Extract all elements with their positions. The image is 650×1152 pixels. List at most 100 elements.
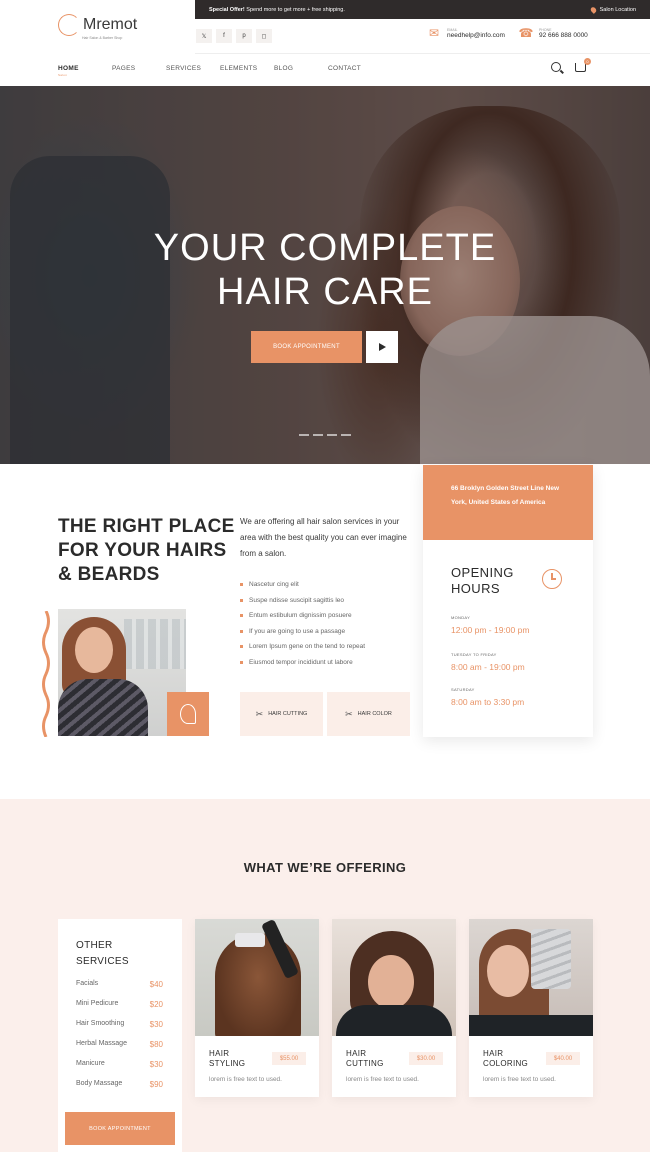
about-feature-list: Nascetur cing elit Suspe ndisse suscipit… (240, 577, 365, 670)
nav-home[interactable]: HOME Salon (58, 65, 112, 77)
opening-hours-heading-line2: HOURS (451, 581, 500, 596)
service-row: Mini Pedicure $20 (76, 1000, 163, 1009)
schedule-time: 8:00 am - 19:00 pm (451, 662, 525, 672)
facebook-icon[interactable]: f (216, 29, 232, 43)
slider-dot[interactable] (299, 434, 309, 436)
salon-location-link[interactable]: Salon Location (589, 5, 636, 14)
main-nav: HOME Salon PAGES SERVICES ELEMENTS BLOG … (58, 65, 382, 77)
service-name: Facials (76, 980, 99, 987)
social-links: 𝕏 f p ◻ (196, 29, 272, 43)
nav-contact[interactable]: CONTACT (328, 65, 382, 77)
slider-dots (299, 434, 351, 436)
map-pin-icon (589, 5, 597, 14)
phone-contact[interactable]: ☎ PHONE 92 666 888 0000 (518, 26, 588, 40)
nav-services[interactable]: SERVICES (166, 65, 220, 77)
about-intro-text: We are offering all hair salon services … (240, 517, 407, 558)
card-description: lorem is free text to used. (483, 1076, 556, 1083)
list-item: Nascetur cing elit (240, 577, 365, 593)
card-price: $30.00 (409, 1052, 443, 1065)
hero-play-video-button[interactable] (366, 331, 398, 363)
search-icon[interactable] (551, 62, 561, 72)
instagram-icon[interactable]: ◻ (256, 29, 272, 43)
photo-cape (336, 1005, 452, 1036)
nav-blog-label: BLOG (274, 65, 294, 72)
card-title-line2: CUTTING (346, 1059, 384, 1068)
nav-pages[interactable]: PAGES (112, 65, 166, 77)
twitter-icon[interactable]: 𝕏 (196, 29, 212, 43)
service-row: Facials $40 (76, 980, 163, 989)
hero-book-appointment-button[interactable]: BOOK APPOINTMENT (251, 331, 362, 363)
hair-cutting-photo (332, 919, 456, 1036)
slider-dot[interactable] (341, 434, 351, 436)
service-price: $80 (149, 1040, 163, 1049)
brand-tagline: Hair Salon & Barber Shop (82, 36, 123, 40)
logo[interactable]: Mremot Hair Salon & Barber Shop (58, 14, 137, 40)
email-icon: ✉ (428, 26, 440, 40)
card-description: lorem is free text to used. (209, 1076, 282, 1083)
service-card-hair-styling[interactable]: HAIR STYLING $55.00 lorem is free text t… (195, 919, 319, 1097)
logo-mark-icon (58, 14, 80, 36)
other-services-book-button[interactable]: BOOK APPOINTMENT (65, 1112, 175, 1145)
offering-heading: WHAT WE’RE OFFERING (243, 860, 407, 875)
service-price: $90 (149, 1080, 163, 1089)
photo-hair (215, 933, 301, 1036)
offer-label: Special Offer! (209, 6, 245, 13)
about-photo-face (75, 627, 113, 673)
hero-heading-line1: YOUR COMPLETE (153, 227, 497, 269)
other-services-card: OTHER SERVICES Facials $40 Mini Pedicure… (58, 919, 182, 1152)
opening-hours-card: 66 Broklyn Golden Street Line New York, … (423, 465, 593, 737)
service-name: Hair Smoothing (76, 1020, 125, 1027)
hair-color-button[interactable]: ✂ HAIR COLOR (327, 692, 410, 736)
slider-dot[interactable] (313, 434, 323, 436)
card-title-line2: COLORING (483, 1059, 529, 1068)
service-card-hair-coloring[interactable]: HAIR COLORING $40.00 lorem is free text … (469, 919, 593, 1097)
about-photo-body (58, 679, 148, 736)
schedule-time: 12:00 pm - 19:00 pm (451, 625, 530, 635)
slider-dot[interactable] (327, 434, 337, 436)
cart-icon[interactable]: 0 (575, 57, 591, 72)
card-title: HAIR STYLING (209, 1049, 245, 1069)
special-offer: Special Offer! Spend more to get more + … (209, 7, 345, 13)
hero-banner: YOUR COMPLETE HAIR CARE BOOK APPOINTMENT (0, 86, 650, 464)
list-item: Eiusmod tempor incididunt ut labore (240, 655, 365, 671)
nav-icons: 0 (551, 57, 591, 72)
card-title-line2: STYLING (209, 1059, 246, 1068)
card-description: lorem is free text to used. (346, 1076, 419, 1083)
service-row: Hair Smoothing $30 (76, 1020, 163, 1029)
play-icon (378, 343, 386, 351)
hair-color-label: HAIR COLOR (357, 711, 392, 717)
other-services-heading-line2: SERVICES (76, 956, 129, 967)
hero-heading: YOUR COMPLETE HAIR CARE (0, 226, 650, 314)
email-contact[interactable]: ✉ EMAIL needhelp@info.com (426, 26, 505, 40)
service-row: Body Massage $90 (76, 1080, 163, 1089)
scissors-icon: ✂ (255, 708, 264, 719)
pinterest-icon[interactable]: p (236, 29, 252, 43)
card-title: HAIR COLORING (483, 1049, 528, 1069)
opening-hours-heading-line1: OPENING (451, 565, 514, 580)
about-badge (167, 692, 209, 736)
email-value: needhelp@info.com (447, 31, 505, 39)
list-item: Suspe ndisse suscipit sagittis leo (240, 593, 365, 609)
salon-address: 66 Broklyn Golden Street Line New York, … (423, 465, 593, 540)
hair-cutting-button[interactable]: ✂ HAIR CUTTING (240, 692, 323, 736)
service-price: $40 (149, 980, 163, 989)
nav-elements[interactable]: ELEMENTS (220, 65, 274, 77)
photo-foil (531, 929, 571, 989)
about-heading-line3: & BEARDS (58, 564, 160, 585)
nav-blog[interactable]: BLOG (274, 65, 328, 77)
service-name: Herbal Massage (76, 1040, 127, 1047)
cart-count-badge: 0 (584, 57, 591, 65)
top-bar: Special Offer! Spend more to get more + … (195, 0, 650, 19)
card-title-line1: HAIR (483, 1049, 504, 1058)
hair-coloring-photo (469, 919, 593, 1036)
salon-location-label: Salon Location (599, 6, 636, 13)
service-price: $20 (149, 1000, 163, 1009)
about-heading: THE RIGHT PLACE FOR YOUR HAIRS & BEARDS (58, 515, 235, 587)
service-card-hair-cutting[interactable]: HAIR CUTTING $30.00 lorem is free text t… (332, 919, 456, 1097)
schedule-day: SATURDAY (451, 687, 475, 692)
decorative-wave (42, 611, 50, 737)
nav-contact-label: CONTACT (328, 65, 362, 72)
header-divider (195, 53, 650, 54)
photo-face (368, 955, 414, 1009)
hero-heading-line2: HAIR CARE (217, 271, 433, 313)
